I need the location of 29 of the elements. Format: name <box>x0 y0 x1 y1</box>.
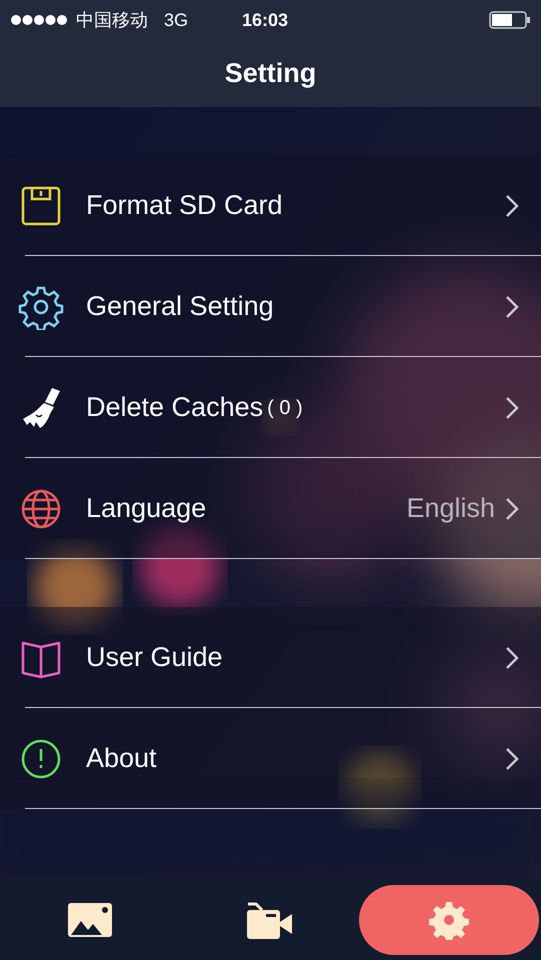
row-label: General Setting <box>86 290 274 324</box>
chevron-icon <box>505 496 519 520</box>
settings-row[interactable]: Format SD Card <box>0 155 541 256</box>
settings-icon <box>429 900 470 940</box>
row-value: English <box>406 492 495 526</box>
status-time: 16:03 <box>242 8 288 32</box>
chevron-icon <box>505 746 519 770</box>
row-label: Language <box>86 492 206 526</box>
chevron-icon <box>505 294 519 318</box>
row-label: Format SD Card <box>86 189 283 222</box>
network-type: 3G <box>164 8 188 32</box>
signal-icon <box>10 14 68 26</box>
row-label: About <box>86 742 157 776</box>
battery-icon <box>489 11 531 29</box>
chevron-icon <box>505 646 519 670</box>
cache-count: ( 0 ) <box>267 396 303 420</box>
photo-icon <box>66 902 113 938</box>
chevron-icon <box>505 396 519 420</box>
settings-row[interactable]: About <box>0 708 541 809</box>
chevron-icon <box>505 194 519 218</box>
settings-row[interactable]: User Guide <box>0 607 541 708</box>
settings-row[interactable]: Language English <box>0 458 541 559</box>
settings-row[interactable]: Delete Caches( 0 ) <box>0 357 541 458</box>
settings-row[interactable]: General Setting <box>0 256 541 357</box>
carrier-name: 中国移动 <box>76 8 148 32</box>
video-camera-icon <box>246 900 294 940</box>
screen-title: Setting <box>224 57 316 90</box>
row-label: User Guide <box>86 641 223 674</box>
row-label: Delete Caches <box>86 391 264 424</box>
